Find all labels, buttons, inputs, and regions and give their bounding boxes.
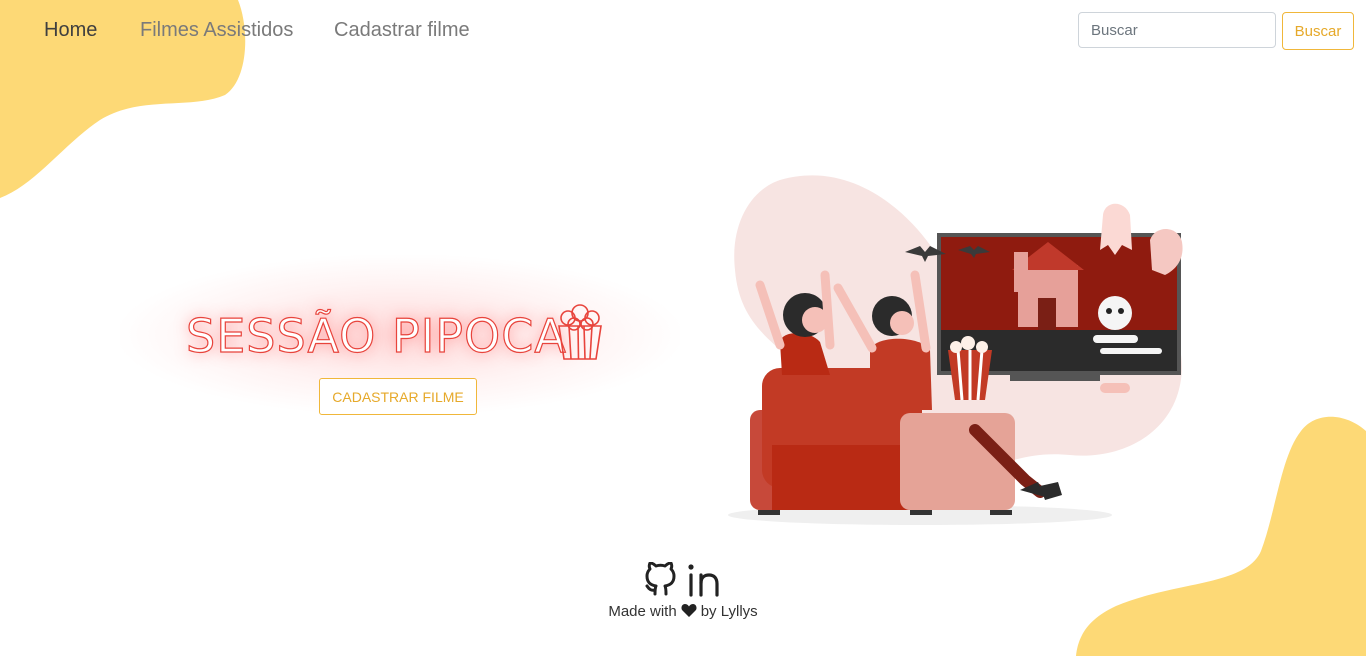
- search-input[interactable]: [1078, 12, 1276, 48]
- cadastrar-filme-button[interactable]: CADASTRAR FILME: [319, 378, 477, 415]
- nav-link-home[interactable]: Home: [44, 19, 97, 42]
- hero-title: SESSÃO PIPOCA: [185, 308, 567, 363]
- search-button[interactable]: Buscar: [1282, 12, 1354, 50]
- nav-link-cadastrar-filme[interactable]: Cadastrar filme: [334, 19, 470, 42]
- github-icon[interactable]: [644, 562, 676, 598]
- movie-night-illustration: [728, 175, 1183, 525]
- nav-link-filmes-assistidos[interactable]: Filmes Assistidos: [140, 19, 293, 42]
- heart-icon: [681, 604, 697, 617]
- popcorn-icon: [558, 304, 602, 360]
- footer-text-before: Made with: [608, 603, 677, 620]
- footer-credit: Made with by Lyllys: [0, 603, 1366, 620]
- footer-text-after: by Lyllys: [700, 603, 758, 620]
- linkedin-icon[interactable]: [686, 562, 724, 598]
- navbar: Home Filmes Assistidos Cadastrar filme B…: [0, 0, 1366, 64]
